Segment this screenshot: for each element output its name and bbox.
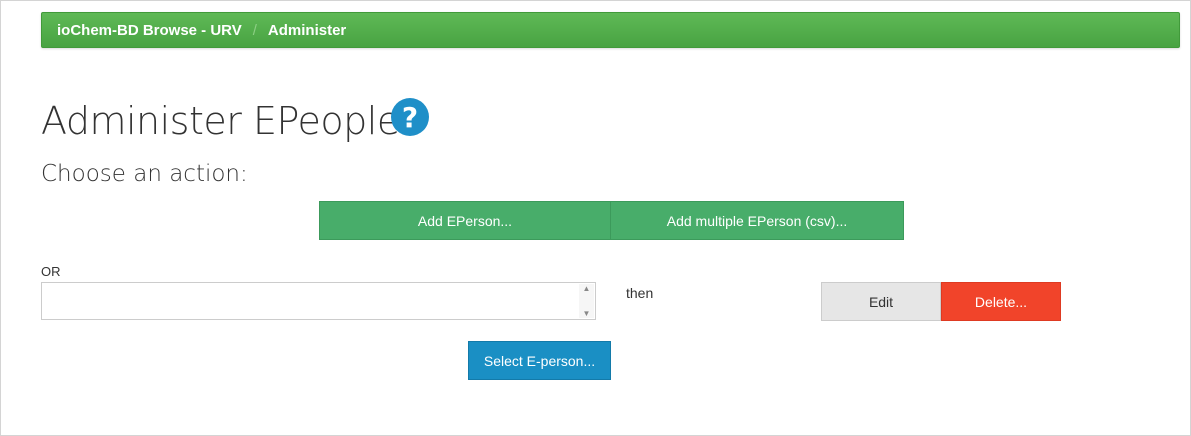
or-label: OR (41, 264, 61, 279)
add-eperson-button[interactable]: Add EPerson... (319, 201, 611, 240)
field-scrollbar[interactable]: ▲ ▼ (579, 284, 594, 318)
eperson-list-field[interactable]: ▲ ▼ (41, 282, 596, 320)
then-label: then (626, 285, 654, 301)
scroll-down-icon[interactable]: ▼ (583, 309, 591, 318)
breadcrumb: ioChem-BD Browse - URV / Administer (41, 12, 1180, 48)
breadcrumb-item-administer[interactable]: Administer (268, 22, 346, 39)
scroll-up-icon[interactable]: ▲ (583, 284, 591, 293)
select-eperson-button[interactable]: Select E-person... (468, 341, 611, 380)
edit-button[interactable]: Edit (821, 282, 941, 321)
choose-action-heading: Choose an action: (41, 161, 248, 187)
breadcrumb-item-home[interactable]: ioChem-BD Browse - URV (57, 22, 242, 39)
breadcrumb-separator: / (252, 21, 257, 39)
add-multiple-eperson-button[interactable]: Add multiple EPerson (csv)... (610, 201, 904, 240)
delete-button[interactable]: Delete... (941, 282, 1061, 321)
question-circle-icon[interactable]: ? (391, 98, 429, 136)
page-title: Administer EPeople (41, 99, 400, 143)
